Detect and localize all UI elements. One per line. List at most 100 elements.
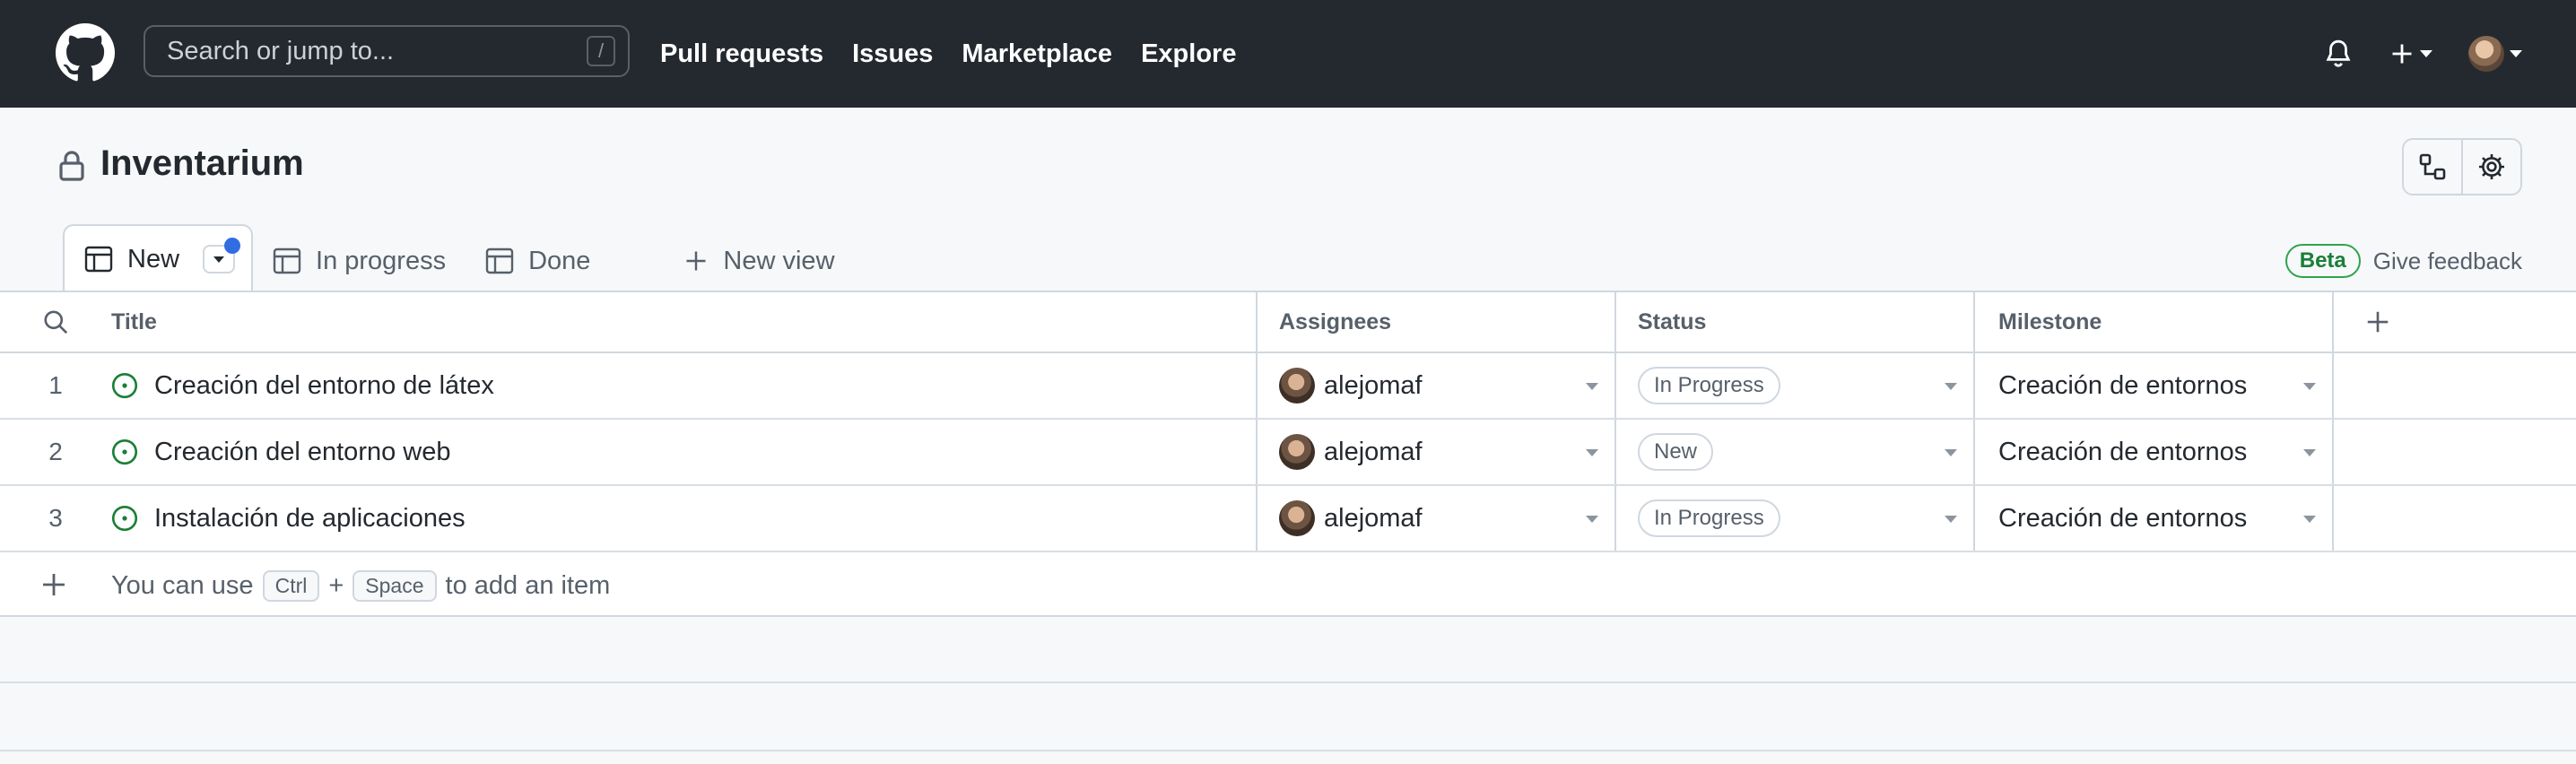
add-item-row[interactable]: You can use Ctrl + Space to add an item <box>0 552 2576 619</box>
dropdown-caret-icon[interactable] <box>2303 449 2316 456</box>
dropdown-caret-icon[interactable] <box>1586 516 1598 523</box>
status-cell[interactable]: In Progress <box>1614 353 1973 418</box>
item-title-cell[interactable]: Instalación de aplicaciones <box>111 486 1256 551</box>
tab-label: In progress <box>316 246 447 275</box>
item-title[interactable]: Creación del entorno de látex <box>154 371 494 401</box>
milestone-cell[interactable]: Creación de entornos <box>1973 486 2332 551</box>
search-input[interactable]: Search or jump to... / <box>144 25 630 77</box>
avatar <box>1279 500 1315 536</box>
unsaved-changes-dot <box>224 238 241 254</box>
search-icon <box>44 310 68 334</box>
project-header: Inventarium <box>0 108 2576 224</box>
github-logo-icon[interactable] <box>56 23 115 82</box>
tab-done[interactable]: Done <box>466 230 610 292</box>
table-icon <box>485 247 514 274</box>
item-title-cell[interactable]: Creación del entorno web <box>111 420 1256 484</box>
column-header-title[interactable]: Title <box>111 292 1256 352</box>
user-menu[interactable] <box>2468 36 2522 72</box>
user-avatar <box>2468 36 2504 72</box>
search-placeholder: Search or jump to... <box>167 36 395 65</box>
dropdown-caret-icon[interactable] <box>1586 383 1598 390</box>
dropdown-caret-icon[interactable] <box>2303 383 2316 390</box>
workflows-button[interactable] <box>2404 140 2461 194</box>
avatar <box>1279 434 1315 470</box>
new-view-label: New view <box>723 246 835 275</box>
row-index: 1 <box>48 371 63 399</box>
table-row[interactable]: 1 Creación del entorno de látex alejomaf… <box>0 353 2576 420</box>
plus-icon <box>2367 311 2389 333</box>
column-header-status[interactable]: Status <box>1614 292 1973 352</box>
item-title[interactable]: Creación del entorno web <box>154 438 450 467</box>
gear-icon <box>2479 154 2504 179</box>
add-item-prefix: You can use <box>111 570 254 600</box>
item-title[interactable]: Instalación de aplicaciones <box>154 504 466 534</box>
plus-icon <box>686 251 706 271</box>
tab-label: Done <box>528 246 591 275</box>
view-options-button[interactable] <box>203 238 241 273</box>
milestone-value: Creación de entornos <box>1998 503 2248 533</box>
tab-new[interactable]: New <box>63 224 254 292</box>
chevron-down-icon <box>2420 50 2432 57</box>
add-item-hint[interactable]: You can use Ctrl + Space to add an item <box>111 552 610 619</box>
nav-link-pull-requests[interactable]: Pull requests <box>660 39 823 69</box>
item-title-cell[interactable]: Creación del entorno de látex <box>111 353 1256 418</box>
kbd-ctrl: Ctrl <box>262 569 320 602</box>
column-header-milestone[interactable]: Milestone <box>1973 292 2332 352</box>
avatar <box>1279 368 1315 404</box>
open-issue-icon <box>111 438 138 465</box>
empty-cell <box>2332 420 2576 484</box>
dropdown-caret-icon[interactable] <box>1945 516 1957 523</box>
row-index: 3 <box>48 504 63 532</box>
divider <box>0 750 2576 751</box>
tab-label: New <box>127 244 180 273</box>
plus-icon[interactable] <box>39 570 68 599</box>
open-issue-icon <box>111 372 138 399</box>
nav-right <box>2323 0 2522 108</box>
chevron-down-icon <box>213 256 225 263</box>
milestone-cell[interactable]: Creación de entornos <box>1973 353 2332 418</box>
column-header-assignees[interactable]: Assignees <box>1256 292 1614 352</box>
notifications-bell-icon[interactable] <box>2323 39 2354 69</box>
divider <box>0 682 2576 683</box>
status-badge: In Progress <box>1638 367 1780 404</box>
tab-in-progress[interactable]: In progress <box>253 230 466 292</box>
dropdown-caret-icon[interactable] <box>1945 449 1957 456</box>
dropdown-caret-icon[interactable] <box>2303 516 2316 523</box>
status-cell[interactable]: New <box>1614 420 1973 484</box>
milestone-cell[interactable]: Creación de entornos <box>1973 420 2332 484</box>
table-icon <box>84 246 113 273</box>
nav-link-marketplace[interactable]: Marketplace <box>962 39 1112 69</box>
search-shortcut-badge: / <box>587 36 615 66</box>
table-header-row: Title Assignees Status Milestone <box>0 292 2576 353</box>
table-row[interactable]: 2 Creación del entorno web alejomaf New … <box>0 420 2576 486</box>
new-view-button[interactable]: New view <box>664 230 854 292</box>
table-icon <box>273 247 301 274</box>
create-new-menu[interactable] <box>2389 41 2432 66</box>
empty-cell <box>2332 353 2576 418</box>
nav-link-issues[interactable]: Issues <box>852 39 933 69</box>
dropdown-caret-icon[interactable] <box>1945 383 1957 390</box>
add-field-button[interactable] <box>2332 292 2576 352</box>
assignee-name: alejomaf <box>1324 503 1423 533</box>
filter-search-button[interactable] <box>0 292 111 352</box>
settings-button[interactable] <box>2461 140 2520 194</box>
milestone-value: Creación de entornos <box>1998 437 2248 466</box>
feedback-area: Beta Give feedback <box>2284 244 2522 278</box>
empty-cell <box>2332 486 2576 551</box>
open-issue-icon <box>111 505 138 532</box>
kbd-plus: + <box>328 570 344 600</box>
milestone-value: Creación de entornos <box>1998 370 2248 400</box>
table-row[interactable]: 3 Instalación de aplicaciones alejomaf I… <box>0 486 2576 552</box>
plus-icon <box>2392 44 2412 64</box>
assignee-name: alejomaf <box>1324 370 1423 400</box>
assignee-cell[interactable]: alejomaf <box>1256 353 1614 418</box>
status-cell[interactable]: In Progress <box>1614 486 1973 551</box>
nav-link-explore[interactable]: Explore <box>1141 39 1236 69</box>
assignee-cell[interactable]: alejomaf <box>1256 486 1614 551</box>
status-badge: In Progress <box>1638 499 1780 537</box>
assignee-cell[interactable]: alejomaf <box>1256 420 1614 484</box>
dropdown-caret-icon[interactable] <box>1586 449 1598 456</box>
kbd-space: Space <box>352 569 437 602</box>
beta-badge: Beta <box>2284 244 2361 278</box>
give-feedback-link[interactable]: Give feedback <box>2373 247 2522 275</box>
